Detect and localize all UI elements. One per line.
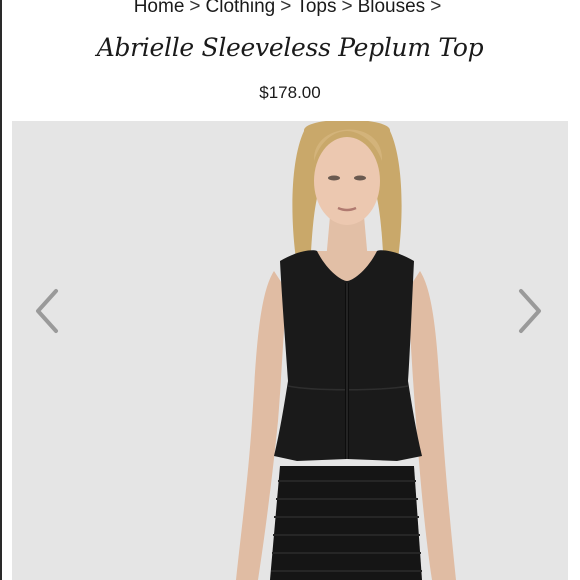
product-price: $178.00: [259, 83, 321, 102]
breadcrumb: Home > Clothing > Tops > Blouses >: [0, 0, 580, 19]
product-title: Abrielle Sleeveless Peplum Top: [96, 33, 484, 62]
chevron-right-icon: [519, 289, 541, 333]
gallery-prev-button[interactable]: [30, 286, 64, 336]
breadcrumb-clothing[interactable]: Clothing: [206, 0, 276, 17]
gallery-next-button[interactable]: [513, 286, 547, 336]
product-image-gallery[interactable]: [12, 121, 568, 580]
breadcrumb-blouses[interactable]: Blouses: [358, 0, 426, 17]
breadcrumb-home[interactable]: Home: [134, 0, 185, 17]
breadcrumb-separator: >: [430, 0, 442, 17]
breadcrumb-separator: >: [189, 0, 201, 17]
breadcrumb-separator: >: [280, 0, 292, 17]
product-page: Home > Clothing > Tops > Blouses > Abrielle Sle…: [0, 0, 580, 580]
breadcrumb-separator: >: [341, 0, 353, 17]
breadcrumb-tops[interactable]: Tops: [296, 0, 336, 17]
product-photo: [12, 121, 568, 580]
chevron-left-icon: [36, 289, 58, 333]
